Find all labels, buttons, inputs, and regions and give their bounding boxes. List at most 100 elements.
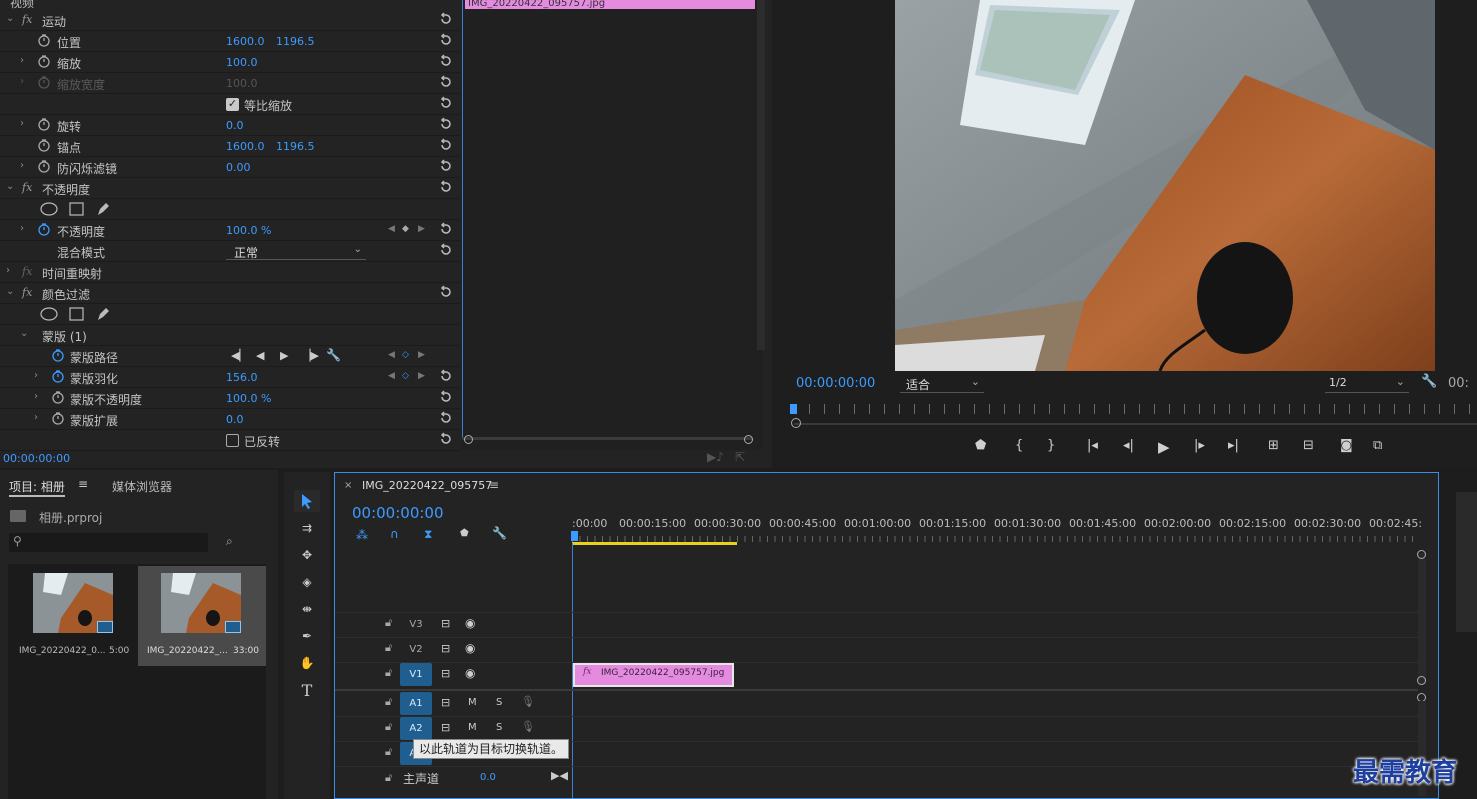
- panel-menu-icon[interactable]: ≡: [78, 477, 88, 491]
- mask-expansion-value[interactable]: 0.0: [226, 413, 244, 426]
- eye-icon[interactable]: ◉: [465, 666, 475, 680]
- ec-scrollbar[interactable]: [462, 437, 752, 440]
- ec-timecode[interactable]: 00:00:00:00: [3, 452, 70, 465]
- fx-badge-icon[interactable]: fx: [22, 286, 32, 299]
- expand-chevron-icon[interactable]: ›: [34, 391, 38, 402]
- project-search-input[interactable]: ⚲: [9, 533, 208, 552]
- mark-in-icon[interactable]: {: [1015, 438, 1023, 453]
- razor-tool[interactable]: ◈: [294, 571, 320, 593]
- expand-chevron-icon[interactable]: ›: [20, 223, 24, 234]
- mute-button[interactable]: M: [468, 722, 477, 733]
- fit-dropdown[interactable]: 适合 ⌄: [900, 375, 984, 393]
- reset-icon[interactable]: [439, 12, 453, 26]
- ec-vertical-scrollbar[interactable]: [757, 0, 765, 350]
- rectangle-mask-icon[interactable]: [69, 202, 84, 216]
- lock-icon[interactable]: 🔓︎: [385, 616, 392, 630]
- timeline-tab-title[interactable]: IMG_20220422_095757: [362, 479, 492, 492]
- audio-filter-icon[interactable]: ▶♪: [707, 450, 724, 464]
- track-target-v1[interactable]: V1: [400, 663, 432, 686]
- ellipse-mask-icon[interactable]: [40, 307, 58, 321]
- step-forward-icon[interactable]: |▸: [1194, 438, 1205, 453]
- sync-lock-icon[interactable]: ⊟: [441, 696, 450, 709]
- next-keyframe-icon[interactable]: ▶: [418, 224, 425, 234]
- sync-lock-icon[interactable]: ⊟: [441, 642, 450, 655]
- prev-keyframe-icon[interactable]: ◀: [388, 350, 395, 360]
- hand-tool[interactable]: ✋: [294, 652, 320, 674]
- pen-mask-icon[interactable]: [95, 201, 111, 217]
- panel-menu-icon[interactable]: ≡: [489, 478, 499, 492]
- add-keyframe-icon[interactable]: ◇: [402, 350, 409, 360]
- add-marker-icon[interactable]: ⬟: [975, 438, 986, 453]
- program-monitor-video-frame[interactable]: [895, 0, 1435, 371]
- reset-icon[interactable]: [439, 117, 453, 131]
- collapse-chevron-icon[interactable]: ⌄: [6, 181, 14, 192]
- camera-export-frame-icon[interactable]: ◙: [1340, 438, 1353, 453]
- stopwatch-icon[interactable]: [51, 411, 65, 425]
- stopwatch-active-icon[interactable]: [37, 222, 51, 236]
- expand-chevron-icon[interactable]: ›: [20, 118, 24, 129]
- compare-view-icon[interactable]: ⧉: [1373, 438, 1382, 453]
- reset-icon[interactable]: [439, 180, 453, 194]
- work-area-bar[interactable]: [572, 542, 737, 545]
- scroll-handle[interactable]: [1417, 550, 1426, 559]
- lock-icon[interactable]: 🔓︎: [385, 695, 392, 709]
- stopwatch-icon[interactable]: [37, 159, 51, 173]
- reset-icon[interactable]: [439, 33, 453, 47]
- color-filter-row[interactable]: ⌄ fx 颜色过滤: [0, 283, 460, 304]
- expand-chevron-icon[interactable]: ›: [6, 265, 10, 276]
- track-select-tool[interactable]: ⇉: [294, 517, 320, 539]
- next-keyframe-icon[interactable]: ▶: [418, 371, 425, 381]
- track-target-v2[interactable]: V2: [400, 638, 432, 661]
- mute-button[interactable]: M: [468, 697, 477, 708]
- add-marker-icon[interactable]: ⬟: [460, 528, 469, 539]
- scale-value[interactable]: 100.0: [226, 56, 258, 69]
- track-next-frame-icon[interactable]: ▶: [280, 349, 288, 362]
- stopwatch-icon[interactable]: [37, 54, 51, 68]
- mark-out-icon[interactable]: }: [1047, 438, 1055, 453]
- reset-icon[interactable]: [439, 222, 453, 236]
- go-to-in-icon[interactable]: |◂: [1087, 438, 1098, 453]
- reset-icon[interactable]: [439, 411, 453, 425]
- solo-button[interactable]: S: [496, 722, 502, 733]
- lock-icon[interactable]: 🔓︎: [385, 745, 392, 759]
- reset-icon[interactable]: [439, 138, 453, 152]
- settings-wrench-icon[interactable]: 🔧: [1421, 374, 1437, 389]
- reset-icon[interactable]: [439, 243, 453, 257]
- stopwatch-active-icon[interactable]: [51, 369, 65, 383]
- ellipse-mask-icon[interactable]: [40, 202, 58, 216]
- tab-media-browser[interactable]: 媒体浏览器: [112, 478, 172, 495]
- fx-badge-icon[interactable]: fx: [22, 181, 32, 194]
- add-keyframe-icon[interactable]: ◆: [402, 224, 409, 234]
- lock-icon[interactable]: 🔓︎: [385, 666, 392, 680]
- linked-selection-icon[interactable]: ⧗: [424, 527, 432, 542]
- opacity-value[interactable]: 100.0 %: [226, 224, 271, 237]
- ripple-edit-tool[interactable]: ✥: [294, 544, 320, 566]
- anchor-x-value[interactable]: 1600.0: [226, 140, 265, 153]
- reset-icon[interactable]: [439, 96, 453, 110]
- mask-row[interactable]: ⌄ 蒙版 (1): [0, 325, 460, 346]
- track-backward-icon[interactable]: ◀▏: [231, 349, 248, 362]
- reset-icon[interactable]: [439, 75, 453, 89]
- expand-chevron-icon[interactable]: ›: [20, 55, 24, 66]
- track-target-a1[interactable]: A1: [400, 692, 432, 715]
- reset-icon[interactable]: [439, 390, 453, 404]
- sync-lock-icon[interactable]: ⊟: [441, 617, 450, 630]
- lock-icon[interactable]: 🔓︎: [385, 771, 392, 785]
- eye-icon[interactable]: ◉: [465, 616, 475, 630]
- timeline-video-scrollbar[interactable]: [1418, 553, 1426, 685]
- stopwatch-active-icon[interactable]: [51, 348, 65, 362]
- expand-chevron-icon[interactable]: ›: [34, 412, 38, 423]
- collapse-chevron-icon[interactable]: ⌄: [6, 286, 14, 297]
- track-prev-frame-icon[interactable]: ◀: [256, 349, 264, 362]
- wrench-icon[interactable]: 🔧: [326, 348, 341, 362]
- fx-badge-icon[interactable]: fx: [22, 13, 32, 26]
- new-bin-search-icon[interactable]: ⌕: [226, 534, 233, 549]
- program-playhead[interactable]: [790, 404, 797, 414]
- timeline-timecode[interactable]: 00:00:00:00: [352, 504, 444, 522]
- blend-mode-dropdown[interactable]: 正常 ⌄: [226, 243, 366, 260]
- track-target-v3[interactable]: V3: [400, 613, 432, 636]
- opacity-row[interactable]: ⌄ fx 不透明度: [0, 178, 460, 199]
- timeline-clip-v1[interactable]: fx IMG_20220422_095757.jpg: [573, 663, 734, 687]
- timeline-playhead-head[interactable]: [571, 531, 578, 541]
- reset-icon[interactable]: [439, 369, 453, 383]
